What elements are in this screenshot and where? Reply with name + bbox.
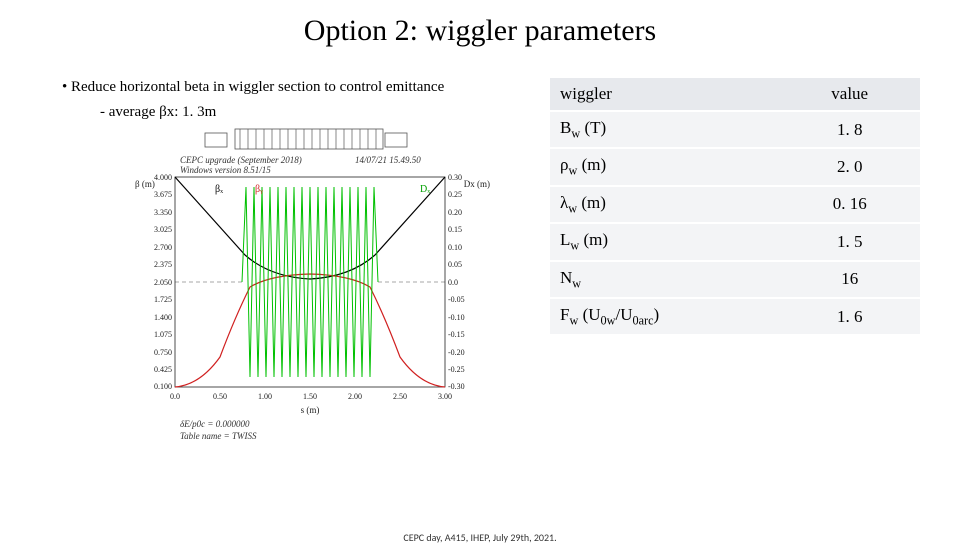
x-ticks: 0.0 0.50 1.00 1.50 2.00 2.50 3.00: [170, 392, 452, 401]
svg-text:0.0: 0.0: [170, 392, 180, 401]
beta-y-curve: [175, 274, 445, 387]
param-value: 1. 8: [779, 111, 920, 148]
param-value: 1. 5: [779, 223, 920, 260]
svg-text:0.0: 0.0: [448, 278, 458, 287]
sub-bullet: - average βx: 1. 3m: [100, 104, 530, 121]
svg-text:0.100: 0.100: [154, 382, 172, 391]
svg-text:2.375: 2.375: [154, 260, 172, 269]
svg-text:3.350: 3.350: [154, 208, 172, 217]
svg-text:-0.25: -0.25: [448, 365, 465, 374]
svg-text:3.00: 3.00: [438, 392, 452, 401]
svg-text:-0.15: -0.15: [448, 330, 465, 339]
y-right-label: Dx (m): [464, 179, 490, 189]
left-column: • Reduce horizontal beta in wiggler sect…: [40, 78, 530, 447]
svg-text:0.750: 0.750: [154, 348, 172, 357]
x-label: s (m): [301, 405, 320, 415]
twiss-chart: CEPC upgrade (September 2018) Windows ve…: [120, 127, 500, 447]
param-name: ρw (m): [550, 148, 779, 185]
param-name: Lw (m): [550, 223, 779, 260]
table-row: Nw16: [550, 261, 920, 298]
param-name: Bw (T): [550, 111, 779, 148]
bullet-content: Reduce horizontal beta in wiggler sectio…: [71, 79, 444, 95]
slide-footer: CEPC day, A415, IHEP, July 29th, 2021.: [0, 531, 960, 544]
svg-text:-0.10: -0.10: [448, 313, 465, 322]
svg-text:0.15: 0.15: [448, 225, 462, 234]
param-name: Nw: [550, 261, 779, 298]
svg-text:3.675: 3.675: [154, 190, 172, 199]
chart-delta-e: δE/p0c = 0.000000: [180, 419, 250, 429]
slide-title: Option 2: wiggler parameters: [0, 14, 960, 48]
svg-text:0.05: 0.05: [448, 260, 462, 269]
svg-text:2.700: 2.700: [154, 243, 172, 252]
table-row: Fw (U0w/U0arc)1. 6: [550, 298, 920, 335]
beta-x-label: βₓ: [215, 184, 223, 195]
chart-prog-line1: CEPC upgrade (September 2018): [180, 155, 302, 165]
table-header-value: value: [779, 78, 920, 111]
table-row: Lw (m)1. 5: [550, 223, 920, 260]
bullet-text: • Reduce horizontal beta in wiggler sect…: [78, 78, 530, 98]
svg-text:-0.20: -0.20: [448, 348, 465, 357]
svg-text:4.000: 4.000: [154, 173, 172, 182]
param-value: 16: [779, 261, 920, 298]
param-value: 2. 0: [779, 148, 920, 185]
svg-text:0.20: 0.20: [448, 208, 462, 217]
svg-text:0.30: 0.30: [448, 173, 462, 182]
table-header-param: wiggler: [550, 78, 779, 111]
svg-text:0.10: 0.10: [448, 243, 462, 252]
beta-y-label: βᵧ: [255, 184, 263, 195]
chart-svg: 4.000 3.675 3.350 3.025 2.700 2.375 2.050 1.7…: [120, 127, 500, 447]
svg-text:1.50: 1.50: [303, 392, 317, 401]
svg-text:0.425: 0.425: [154, 365, 172, 374]
chart-table-name: Table name = TWISS: [180, 431, 257, 441]
svg-text:0.25: 0.25: [448, 190, 462, 199]
dx-curve: [175, 187, 445, 377]
dx-label: Dₓ: [420, 184, 430, 195]
svg-text:2.050: 2.050: [154, 278, 172, 287]
lattice-schematic: [205, 129, 407, 149]
table-row: ρw (m)2. 0: [550, 148, 920, 185]
right-column: wiggler value Bw (T)1. 8ρw (m)2. 0λw (m)…: [550, 78, 920, 447]
y-left-label: β (m): [135, 179, 155, 189]
svg-text:2.50: 2.50: [393, 392, 407, 401]
parameter-table: wiggler value Bw (T)1. 8ρw (m)2. 0λw (m)…: [550, 78, 920, 336]
param-name: Fw (U0w/U0arc): [550, 298, 779, 335]
param-name: λw (m): [550, 186, 779, 223]
y-right-ticks: 0.300.250.20 0.150.100.05 0.0-0.05-0.10 …: [448, 173, 465, 391]
chart-date: 14/07/21 15.49.50: [355, 155, 421, 165]
param-value: 1. 6: [779, 298, 920, 335]
svg-text:-0.30: -0.30: [448, 382, 465, 391]
svg-text:1.400: 1.400: [154, 313, 172, 322]
svg-text:0.50: 0.50: [213, 392, 227, 401]
svg-text:-0.05: -0.05: [448, 295, 465, 304]
svg-text:2.00: 2.00: [348, 392, 362, 401]
svg-text:1.725: 1.725: [154, 295, 172, 304]
param-value: 0. 16: [779, 186, 920, 223]
table-row: λw (m)0. 16: [550, 186, 920, 223]
chart-prog-line2: Windows version 8.51/15: [180, 165, 271, 175]
svg-text:3.025: 3.025: [154, 225, 172, 234]
table-row: Bw (T)1. 8: [550, 111, 920, 148]
y-left-ticks: 4.000 3.675 3.350 3.025 2.700 2.375 2.050 1.7…: [154, 173, 172, 391]
svg-text:1.00: 1.00: [258, 392, 272, 401]
svg-text:1.075: 1.075: [154, 330, 172, 339]
content-area: • Reduce horizontal beta in wiggler sect…: [0, 78, 960, 447]
